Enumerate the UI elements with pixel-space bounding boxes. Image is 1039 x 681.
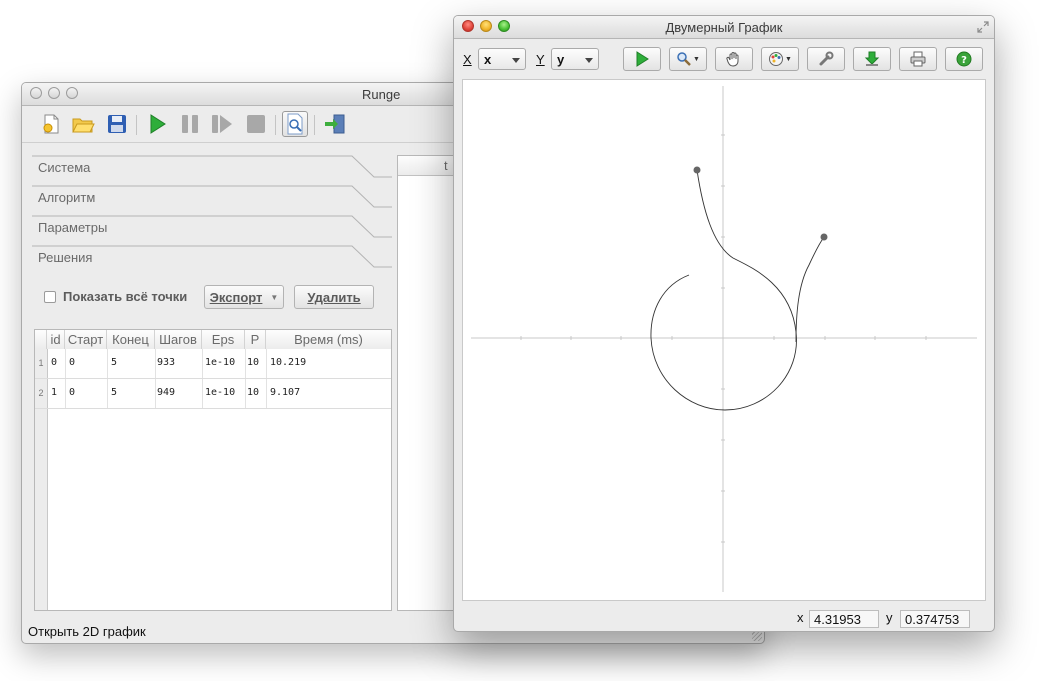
exit-icon[interactable] — [322, 111, 348, 137]
step-icon[interactable] — [209, 111, 235, 137]
cell-id: 1 — [51, 387, 58, 398]
col-p[interactable]: P — [245, 330, 266, 349]
solutions-table: id Старт Конец Шагов Eps P Время (ms) 1 … — [34, 329, 392, 611]
section-parametry[interactable]: Параметры — [32, 215, 392, 245]
cell-p: 10 — [247, 357, 260, 368]
cell-eps: 1e-10 — [205, 387, 236, 398]
run-icon[interactable] — [144, 111, 170, 137]
close-button[interactable] — [30, 87, 42, 99]
y-axis-label: Y — [536, 52, 545, 67]
plot-window: Двумерный График X x Y y ▼ ▼ ? x 4.31953… — [453, 15, 995, 632]
zoom-button[interactable] — [66, 87, 78, 99]
col-start[interactable]: Старт — [65, 330, 107, 349]
cell-time: 9.107 — [270, 387, 301, 398]
printer-icon[interactable] — [899, 47, 937, 71]
cell-start: 0 — [69, 387, 76, 398]
row-number: 2 — [35, 379, 48, 408]
delete-label: Удалить — [307, 289, 361, 305]
col-time[interactable]: Время (ms) — [266, 330, 391, 349]
col-eps[interactable]: Eps — [202, 330, 245, 349]
status-bar: Открыть 2D график — [28, 624, 146, 639]
show-all-points-checkbox[interactable] — [44, 291, 56, 303]
resize-grip[interactable] — [752, 631, 762, 641]
y-axis-value: y — [557, 52, 565, 67]
plot-svg — [471, 86, 977, 592]
cell-end: 5 — [111, 387, 118, 398]
hand-pan-icon[interactable] — [715, 47, 753, 71]
new-file-icon[interactable] — [38, 111, 64, 137]
svg-text:?: ? — [961, 55, 967, 66]
section-algoritm[interactable]: Алгоритм — [32, 185, 392, 215]
palette-icon[interactable]: ▼ — [761, 47, 799, 71]
row-number: 1 — [35, 349, 48, 378]
x-axis-value: x — [484, 52, 492, 67]
col-steps[interactable]: Шагов — [155, 330, 202, 349]
cell-id: 0 — [51, 357, 58, 368]
coord-y-label: y — [886, 610, 893, 625]
wrench-icon[interactable] — [807, 47, 845, 71]
chevron-down-icon: ▼ — [693, 55, 700, 63]
corner-cell — [35, 330, 47, 349]
x-axis-label: X — [463, 52, 472, 67]
section-label: Алгоритм — [38, 190, 96, 205]
plot-canvas[interactable] — [462, 79, 986, 601]
chevron-down-icon: ▼ — [270, 292, 279, 302]
endpoint-marker — [693, 166, 701, 174]
col-end[interactable]: Конец — [107, 330, 155, 349]
save-disk-icon[interactable] — [104, 111, 130, 137]
window-title: Двумерный График — [665, 20, 783, 35]
section-label: Система — [38, 160, 91, 175]
help-icon[interactable]: ? — [945, 47, 983, 71]
delete-button[interactable]: Удалить — [294, 285, 374, 309]
solution-curve-1 — [795, 236, 825, 343]
cell-steps: 949 — [157, 387, 176, 398]
cell-eps: 1e-10 — [205, 357, 236, 368]
cell-end: 5 — [111, 357, 118, 368]
solution-curve-0 — [650, 169, 797, 411]
cell-steps: 933 — [157, 357, 176, 368]
endpoint-marker — [820, 233, 828, 241]
minimize-button[interactable] — [48, 87, 60, 99]
y-axis-select[interactable]: y — [551, 48, 599, 70]
coord-x-value: 4.31953 — [809, 610, 879, 628]
export-button[interactable]: Экспорт ▼ — [204, 285, 284, 309]
run-icon[interactable] — [623, 47, 661, 71]
chevron-down-icon — [585, 58, 593, 63]
x-axis-select[interactable]: x — [478, 48, 526, 70]
col-id[interactable]: id — [47, 330, 65, 349]
section-label: Решения — [38, 250, 93, 265]
col-t[interactable]: t — [444, 158, 448, 173]
table-header: id Старт Конец Шагов Eps P Время (ms) — [35, 330, 391, 350]
open-folder-icon[interactable] — [70, 111, 96, 137]
export-label: Экспорт — [209, 289, 263, 305]
sections-accordion: Система Алгоритм Параметры Решения — [32, 155, 392, 275]
cell-time: 10.219 — [270, 357, 307, 368]
section-label: Параметры — [38, 220, 108, 235]
coord-y-value: 0.374753 — [900, 610, 970, 628]
chevron-down-icon: ▼ — [785, 55, 792, 63]
table-row[interactable]: 2 1 0 5 949 1e-10 10 9.107 — [35, 379, 391, 409]
zoom-icon[interactable]: ▼ — [669, 47, 707, 71]
plot-titlebar: Двумерный График — [454, 16, 994, 39]
download-icon[interactable] — [853, 47, 891, 71]
section-resheniya[interactable]: Решения — [32, 245, 392, 275]
fullscreen-icon[interactable] — [976, 20, 990, 34]
chevron-down-icon — [512, 58, 520, 63]
coord-x-label: x — [797, 610, 804, 625]
preview-icon[interactable] — [282, 111, 308, 137]
table-row[interactable]: 1 0 0 5 933 1e-10 10 10.219 — [35, 349, 391, 379]
show-all-points-label[interactable]: Показать всё точки — [63, 289, 187, 304]
plot-toolbar: X x Y y ▼ ▼ ? — [454, 43, 994, 75]
stop-icon[interactable] — [243, 111, 269, 137]
pause-icon[interactable] — [177, 111, 203, 137]
cell-start: 0 — [69, 357, 76, 368]
solutions-controls: Показать всё точки Экспорт ▼ Удалить — [42, 284, 392, 310]
section-sistema[interactable]: Система — [32, 155, 392, 185]
cell-p: 10 — [247, 387, 260, 398]
